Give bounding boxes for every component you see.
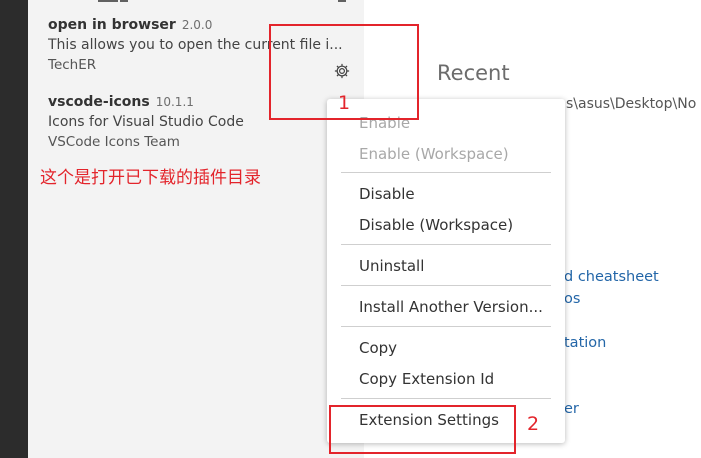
menu-item-uninstall[interactable]: Uninstall [359, 257, 424, 275]
extension-name: open in browser [48, 17, 176, 33]
welcome-link-cheatsheet[interactable]: d cheatsheet [564, 269, 659, 285]
menu-item-copy-extension-id[interactable]: Copy Extension Id [359, 370, 494, 388]
menu-separator [341, 172, 551, 173]
menu-separator [341, 285, 551, 286]
vscode-window: open in browser 2.0.0 This allows you to … [0, 0, 701, 458]
recent-path-link[interactable]: s\asus\Desktop\No [566, 96, 696, 112]
menu-separator [341, 398, 551, 399]
welcome-link-documentation[interactable]: tation [564, 335, 606, 351]
menu-item-disable[interactable]: Disable [359, 185, 415, 203]
welcome-link-other[interactable]: er [564, 401, 579, 417]
extension-context-menu: Enable Enable (Workspace) Disable Disabl… [327, 99, 565, 443]
welcome-link-tips[interactable]: os [564, 291, 580, 307]
menu-separator [341, 244, 551, 245]
recent-heading: Recent [437, 61, 510, 85]
extension-publisher: VSCode Icons Team [48, 134, 180, 150]
menu-item-enable-workspace[interactable]: Enable (Workspace) [359, 145, 509, 163]
activity-bar [0, 0, 28, 458]
annotation-number-1: 1 [338, 92, 351, 114]
annotation-box-2 [329, 405, 516, 454]
menu-item-install-another-version[interactable]: Install Another Version... [359, 298, 543, 316]
annotation-text: 这个是打开已下载的插件目录 [40, 168, 261, 188]
menu-item-copy[interactable]: Copy [359, 339, 397, 357]
menu-item-disable-workspace[interactable]: Disable (Workspace) [359, 216, 513, 234]
extension-version: 2.0.0 [181, 18, 213, 32]
extension-name: vscode-icons [48, 94, 150, 110]
partial-row-above [28, 0, 364, 4]
menu-separator [341, 326, 551, 327]
extension-version: 10.1.1 [155, 95, 194, 109]
annotation-number-2: 2 [527, 413, 540, 435]
